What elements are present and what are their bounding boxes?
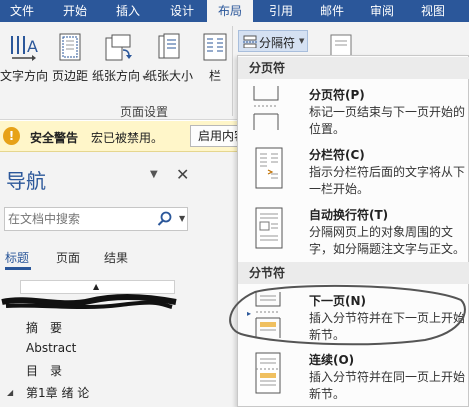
search-icon[interactable] (157, 211, 173, 230)
nav-heading-chapter1[interactable]: 第1章 绪 论 (26, 384, 89, 401)
margins-icon (58, 32, 82, 65)
warning-icon: ! (3, 127, 20, 145)
text-wrapping-break-item[interactable]: 自动换行符(T) 分隔网页上的对象周围的文字，如分隔题注文字与正文。 (238, 206, 469, 261)
tab-file[interactable]: 文件 (0, 0, 44, 22)
tab-pages[interactable]: 页面 (56, 249, 80, 266)
orientation-button[interactable]: 纸张方向 ▾ (92, 22, 147, 92)
nav-heading-toc[interactable]: 目 录 (26, 362, 62, 379)
breaks-icon (243, 35, 257, 51)
orientation-label: 纸张方向 (92, 69, 141, 83)
tab-layout[interactable]: 布局 (207, 0, 253, 22)
page-break-icon (246, 86, 286, 133)
tab-home[interactable]: 开始 (50, 0, 100, 22)
annotation-circle (229, 284, 466, 346)
breaks-button[interactable]: 分隔符 ▼ (238, 30, 308, 52)
paper-size-button[interactable]: 纸张大小 (144, 22, 194, 92)
search-box: ▼ (4, 207, 188, 231)
security-warning-message: 宏已被禁用。 (91, 131, 164, 145)
breaks-dropdown-menu: 分页符 分页符(P) 标记一页结束与下一页开始的位置。 分栏符(C) 指示分栏符… (237, 55, 469, 407)
tab-headings[interactable]: 标题 (5, 249, 29, 266)
expand-collapse-icon[interactable]: ◢ (7, 388, 13, 397)
navigation-pane: 导航 ▼ ✕ ▼ 标题 页面 结果 ▲ 摘 要 Abstract 目 录 ◢ 第… (0, 152, 246, 407)
tab-mailings[interactable]: 邮件 (307, 0, 357, 22)
ribbon-tab-bar: 文件 开始 插入 设计 布局 引用 邮件 审阅 视图 (0, 0, 469, 22)
margins-button[interactable]: 页边距 (48, 22, 92, 92)
breaks-label: 分隔符 (259, 36, 296, 50)
paper-size-label: 纸张大小 (144, 69, 193, 83)
page-setup-group-label: 页面设置 (120, 105, 169, 119)
continuous-break-item[interactable]: 连续(O) 插入分节符并在同一页上开始新节。 (238, 351, 469, 406)
chevron-down-icon: ▼ (299, 37, 305, 45)
column-break-desc: 指示分栏符后面的文字将从下一栏开始。 (309, 165, 466, 196)
page-break-title: 分页符(P) (309, 88, 365, 102)
security-warning-title: 安全警告 (30, 131, 79, 145)
margins-label: 页边距 (51, 69, 88, 83)
text-direction-button[interactable]: A 文字方向 (0, 22, 49, 92)
tab-view[interactable]: 视图 (408, 0, 458, 22)
page-break-item[interactable]: 分页符(P) 标记一页结束与下一页开始的位置。 (238, 86, 469, 136)
column-break-title: 分栏符(C) (309, 148, 365, 162)
tab-review[interactable]: 审阅 (358, 0, 406, 22)
columns-label: 栏 (208, 69, 221, 83)
tab-results[interactable]: 结果 (104, 249, 128, 266)
text-wrapping-break-title: 自动换行符(T) (309, 208, 389, 222)
search-input[interactable] (8, 211, 148, 227)
ribbon-separator (232, 26, 233, 116)
collapse-up-icon[interactable]: ▲ (93, 282, 99, 291)
pane-options-icon[interactable]: ▼ (150, 169, 158, 180)
column-break-icon (246, 146, 286, 195)
svg-text:A: A (27, 37, 38, 56)
continuous-break-icon (246, 351, 286, 400)
columns-icon (203, 32, 227, 65)
text-direction-icon: A (8, 32, 38, 67)
text-direction-label: 文字方向 (0, 69, 49, 83)
tab-insert[interactable]: 插入 (104, 0, 152, 22)
columns-button[interactable]: 栏 (200, 22, 230, 92)
continuous-break-title: 连续(O) (309, 353, 355, 367)
paper-size-icon (156, 32, 182, 65)
section-breaks-header: 分节符 (238, 262, 469, 284)
redacted-scribble (1, 293, 177, 310)
continuous-break-desc: 插入分节符并在同一页上开始新节。 (309, 370, 466, 401)
page-breaks-header: 分页符 (238, 57, 469, 79)
chevron-down-icon[interactable]: ▼ (179, 214, 185, 223)
nav-heading-abstract-cn[interactable]: 摘 要 (26, 319, 62, 336)
active-tab-indicator (5, 267, 31, 270)
nav-heading-abstract[interactable]: Abstract (26, 341, 76, 355)
orientation-icon (103, 32, 133, 65)
tab-design[interactable]: 设计 (157, 0, 207, 22)
close-icon[interactable]: ✕ (176, 165, 189, 184)
tab-references[interactable]: 引用 (256, 0, 306, 22)
page-break-desc: 标记一页结束与下一页开始的位置。 (309, 105, 466, 136)
column-break-item[interactable]: 分栏符(C) 指示分栏符后面的文字将从下一栏开始。 (238, 146, 469, 201)
navigation-title: 导航 (6, 169, 46, 193)
text-wrapping-break-desc: 分隔网页上的对象周围的文字，如分隔题注文字与正文。 (309, 225, 466, 256)
text-wrapping-break-icon (246, 206, 286, 255)
